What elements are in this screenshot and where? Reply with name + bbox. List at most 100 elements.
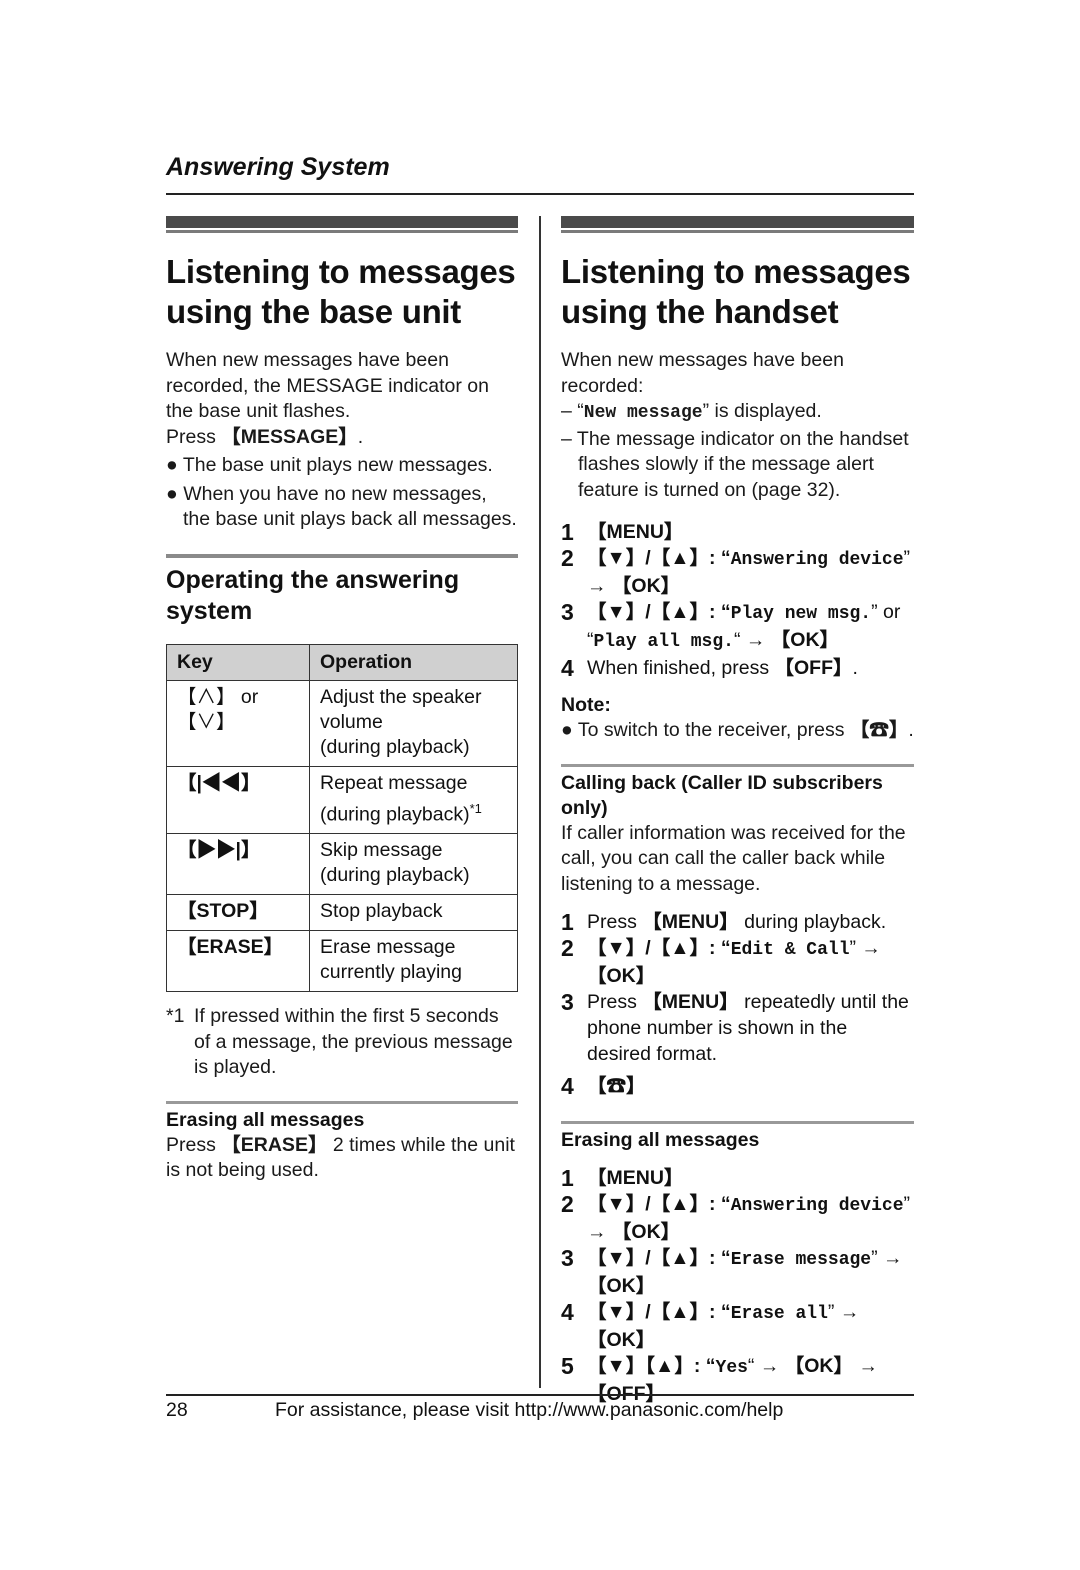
- menu-key: 【MENU】: [642, 991, 739, 1013]
- table-row: 【∧】 or 【∨】 Adjust the speaker volume (dur…: [166, 679, 518, 767]
- arrow-icon: “ →: [747, 1355, 785, 1377]
- step-number: 2: [561, 545, 574, 571]
- left-column: Listening to messages using the base uni…: [166, 216, 518, 1184]
- footnote-mark: *1: [166, 1005, 185, 1027]
- step-number: 4: [561, 1073, 574, 1099]
- footer-help-link[interactable]: For assistance, please visit http://www.…: [275, 1399, 783, 1422]
- section-header: Answering System: [166, 153, 390, 181]
- op-note: (during playback): [320, 864, 470, 886]
- footnote-text: If pressed within the first 5 seconds of…: [194, 1005, 513, 1078]
- footnote-ref: *1: [469, 800, 482, 816]
- step-text: When finished, press: [587, 657, 775, 679]
- page-title-handset: Listening to messages using the handset: [561, 253, 911, 330]
- table-row: 【STOP】 Stop playback: [166, 894, 518, 931]
- bullet-text: When you have no new messages, the base …: [183, 482, 517, 531]
- step-number: 3: [561, 989, 574, 1015]
- column-divider: [539, 216, 541, 1388]
- display-text: Edit & Call: [730, 940, 850, 960]
- table-row: 【▶▶|】 Skip message (during playback): [166, 833, 518, 895]
- dash-suffix: ” is displayed.: [702, 400, 822, 422]
- title-bar: [166, 216, 518, 228]
- step-number: 2: [561, 935, 574, 961]
- display-text: Erase message: [730, 1250, 872, 1270]
- step-1: 1 【MENU】: [561, 1165, 914, 1191]
- step-2: 2 【▼】/【▲】: “Edit & Call” → 【OK】: [561, 935, 914, 989]
- step-suffix: during playback.: [738, 911, 887, 933]
- erasing-steps: 1 【MENU】 2 【▼】/【▲】: “Answering device” → 【…: [561, 1165, 914, 1407]
- ok-key: 【OK】: [611, 1221, 681, 1243]
- nav-keys: 【▼】/【▲】: “: [587, 601, 731, 623]
- operation-cell: Skip message (during playback): [309, 833, 518, 895]
- step-number: 4: [561, 1299, 574, 1325]
- nav-keys: 【▼】/【▲】: “: [587, 1247, 731, 1269]
- key-cell: 【|◀◀】: [177, 771, 261, 794]
- erasing-text: Press 【ERASE】 2 times while the unit is …: [166, 1133, 518, 1184]
- bullet-item: ● When you have no new messages, the bas…: [166, 482, 517, 531]
- arrow-icon: ” →: [871, 1247, 903, 1269]
- step-2: 2 【▼】/【▲】: “Answering device” → 【OK】: [561, 545, 914, 599]
- operations-table: Key Operation 【∧】 or 【∨】 Adjust the spea…: [166, 643, 518, 992]
- step-3: 3 【▼】/【▲】: “Play new msg.” or “Play all m…: [561, 599, 914, 655]
- key-cell: 【∧】 or 【∨】: [177, 685, 259, 733]
- op-text: Adjust the speaker volume: [320, 685, 482, 733]
- page-number: 28: [166, 1399, 188, 1421]
- nav-keys: 【▼】/【▲】: “: [587, 937, 731, 959]
- intro-text: When new messages have been recorded, th…: [166, 348, 518, 450]
- erasing-title: Erasing all messages: [561, 1129, 760, 1151]
- key-cell: 【▶▶|】: [177, 839, 261, 861]
- ok-key: 【OK】: [587, 965, 656, 987]
- arrow-icon: “ →: [733, 629, 771, 651]
- step-4: 4 When finished, press 【OFF】.: [561, 655, 914, 681]
- nav-keys: 【▼】/【▲】: “: [587, 547, 731, 569]
- note-title: Note:: [561, 694, 611, 716]
- repeat-icon: 【|◀◀】: [166, 765, 310, 834]
- operation-cell: Stop playback: [309, 894, 518, 931]
- title-bar-line: [561, 230, 914, 233]
- nav-keys: 【▼】/【▲】: “: [587, 1301, 731, 1323]
- display-text: Play new msg.: [730, 604, 872, 624]
- table-row: 【ERASE】 Erase message currently playing: [166, 930, 518, 992]
- erase-key: 【ERASE】: [221, 1133, 328, 1156]
- display-text: Erase all: [730, 1304, 828, 1324]
- op-text: Skip message: [320, 839, 443, 861]
- step-4: 4 【▼】/【▲】: “Erase all” → 【OK】: [561, 1299, 914, 1353]
- op-note: (during playback): [320, 803, 470, 825]
- off-key: 【OFF】: [774, 657, 853, 679]
- bullet-item: ● The base unit plays new messages.: [166, 454, 493, 476]
- step-3: 3 【▼】/【▲】: “Erase message” → 【OK】: [561, 1245, 914, 1299]
- note-item: ● To switch to the receiver, press 【☎】.: [561, 719, 914, 741]
- display-text: Answering device: [730, 1196, 904, 1216]
- step-text: Press: [587, 911, 643, 933]
- footnote: *1 If pressed within the first 5 seconds…: [166, 1004, 518, 1081]
- title-bar: [561, 216, 914, 228]
- step-number: 1: [561, 519, 574, 545]
- section-rule: [561, 1121, 914, 1124]
- nav-keys: 【▼】【▲】: “: [587, 1355, 716, 1377]
- bullet-text: The base unit plays new messages.: [182, 454, 493, 476]
- op-text: Repeat message: [320, 771, 468, 794]
- menu-key: 【MENU】: [587, 521, 684, 543]
- op-text: Erase message: [320, 936, 456, 958]
- operation-cell: Adjust the speaker volume (during playbac…: [309, 679, 518, 767]
- step-1: 1 Press 【MENU】 during playback.: [561, 909, 914, 935]
- talk-key-icon: 【☎】: [849, 719, 909, 741]
- step-number: 3: [561, 599, 574, 625]
- dash-item: – “New message” is displayed.: [561, 400, 822, 423]
- operation-cell: Repeat message (during playback)*1: [309, 765, 518, 834]
- menu-key: 【MENU】: [642, 911, 739, 933]
- step-number: 1: [561, 909, 574, 935]
- step-3: 3 Press 【MENU】 repeatedly until the phone…: [561, 989, 914, 1067]
- arrow-icon: →: [853, 1355, 878, 1377]
- step-number: 4: [561, 655, 574, 681]
- ok-key: 【OK】: [611, 575, 681, 597]
- nav-keys: 【▼】/【▲】: “: [587, 1193, 731, 1215]
- erase-prefix: Press: [166, 1133, 222, 1156]
- display-text: Answering device: [730, 550, 904, 570]
- section-rule: [166, 553, 518, 558]
- right-column: Listening to messages using the handset …: [561, 216, 914, 1407]
- step-2: 2 【▼】/【▲】: “Answering device” → 【OK】: [561, 1191, 914, 1245]
- arrow-icon: ” →: [827, 1301, 860, 1323]
- key-cell: 【STOP】: [166, 894, 310, 931]
- note-text: To switch to the receiver, press: [577, 719, 850, 741]
- table-header-row: Key Operation: [166, 643, 518, 681]
